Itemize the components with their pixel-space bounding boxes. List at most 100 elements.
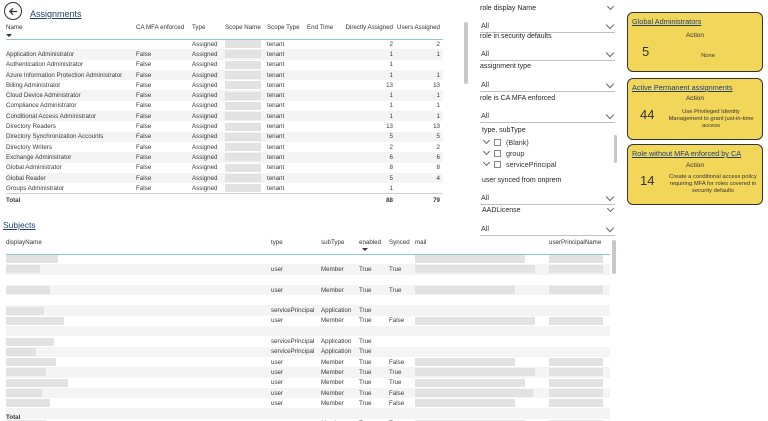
column-header[interactable]: End Time: [307, 17, 340, 40]
aad-license-dropdown[interactable]: All: [480, 221, 615, 236]
table-row[interactable]: Directory Readers False Assigned tenant 13 13: [6, 121, 443, 131]
table-cell: 13: [386, 123, 393, 131]
table-cell: [225, 60, 267, 70]
column-header[interactable]: Scope Name: [225, 17, 267, 40]
table-cell: [225, 121, 267, 131]
table-row[interactable]: Azure Information Protection Administrat…: [6, 69, 443, 81]
table-row[interactable]: Directory Synchronization Accounts False A…: [6, 131, 443, 142]
table-cell: [225, 80, 267, 90]
column-header[interactable]: CA MFA enforced: [136, 17, 192, 40]
redacted-value: [6, 368, 46, 377]
redacted-value: [415, 368, 535, 377]
chevron-down-icon[interactable]: [606, 204, 615, 213]
assignment-type-dropdown[interactable]: All: [480, 77, 615, 92]
table-cell: [415, 254, 549, 264]
table-row[interactable]: servicePrincipal Application True: [6, 336, 610, 346]
table-cell: True: [359, 346, 389, 357]
redacted-value: [225, 60, 261, 69]
checkbox[interactable]: [494, 139, 501, 146]
table-row[interactable]: user Member True False: [6, 387, 610, 399]
table-cell: Assigned: [192, 143, 218, 151]
card-active-permanent-assignments[interactable]: Active Permanent assignments Action 44 U…: [627, 78, 763, 140]
table-cell: [307, 49, 340, 60]
table-row[interactable]: Groups Administrator False Assigned tenant 1: [6, 183, 443, 193]
table-cell: [549, 378, 610, 388]
role-display-name-dropdown[interactable]: All: [480, 18, 615, 33]
table-cell: [389, 326, 415, 337]
table-row[interactable]: user Member True False: [6, 316, 610, 326]
column-header[interactable]: Synced: [389, 232, 415, 255]
user-synced-dropdown[interactable]: All: [480, 190, 615, 205]
table-row[interactable]: userMemberTrueTrue: [6, 284, 610, 296]
column-header[interactable]: Name: [6, 17, 136, 40]
checkbox[interactable]: [494, 150, 501, 157]
table-cell: 8: [436, 164, 440, 172]
table-row[interactable]: [6, 254, 610, 264]
card-description: Create a conditional access policy requi…: [669, 174, 757, 194]
table-row[interactable]: Exchange Administrator False Assigned tenan…: [6, 152, 443, 163]
table-row[interactable]: Assigned tenant 2 2: [6, 39, 443, 49]
card-global-administrators[interactable]: Global Administrators Action 5 None: [627, 12, 763, 72]
table-cell: [271, 254, 321, 264]
column-header[interactable]: Type: [192, 17, 225, 40]
checkbox[interactable]: [494, 161, 501, 168]
column-header[interactable]: Scope Type: [267, 17, 307, 40]
chevron-down-icon: [605, 48, 615, 58]
table-cell: [271, 408, 321, 419]
table-row[interactable]: Conditional Access Administrator False Ass…: [6, 111, 443, 122]
table-row[interactable]: userMemberTrueTrue: [6, 264, 610, 275]
column-header[interactable]: type: [271, 232, 321, 255]
type-subtype-scrollbar[interactable]: [614, 135, 617, 163]
table-cell: False: [136, 123, 152, 131]
chevron-down-icon[interactable]: [482, 147, 491, 156]
table-row[interactable]: user Member True False: [6, 398, 610, 408]
table-row[interactable]: user Member True False: [6, 357, 610, 367]
table-cell: False: [389, 317, 405, 325]
role-in-security-defaults-dropdown[interactable]: All: [480, 46, 615, 61]
chevron-down-icon[interactable]: [606, 2, 615, 11]
table-row[interactable]: Authentication Administrator False Assigne…: [6, 60, 443, 70]
table-cell: Member: [321, 399, 344, 407]
column-header[interactable]: Users Assigned: [396, 17, 443, 40]
table-cell: tenant: [267, 49, 307, 60]
table-cell: 1: [340, 111, 396, 122]
table-row[interactable]: [6, 295, 610, 305]
assignments-scrollbar[interactable]: [464, 22, 468, 84]
table-row[interactable]: Directory Writers False Assigned tenant 2 2: [6, 142, 443, 152]
table-cell: False: [136, 49, 192, 60]
table-row[interactable]: [6, 275, 610, 285]
table-cell: [549, 305, 610, 316]
table-row[interactable]: Billing Administrator False Assigned tenant…: [6, 80, 443, 90]
redacted-value: [549, 378, 603, 387]
table-row[interactable]: servicePrincipal Application True: [6, 305, 610, 316]
table-row[interactable]: userMemberTrueTrue: [6, 367, 610, 378]
table-row[interactable]: userMemberTrueTrue: [6, 378, 610, 388]
redacted-value: [225, 101, 261, 110]
table-row[interactable]: Global Administrator False Assigned tenant 8…: [6, 163, 443, 173]
table-row[interactable]: [6, 408, 610, 419]
table-row[interactable]: Cloud Device Administrator False Assigned t…: [6, 90, 443, 101]
chevron-down-icon[interactable]: [482, 158, 491, 167]
table-cell: Assigned: [192, 131, 225, 142]
role-is-ca-mfa-enforced-dropdown[interactable]: All: [480, 108, 615, 123]
chevron-down-icon[interactable]: [482, 136, 491, 145]
table-cell: [225, 111, 267, 122]
table-cell: [396, 183, 443, 193]
table-row[interactable]: Compliance Administrator False Assigned ten…: [6, 101, 443, 111]
redacted-value: [6, 265, 40, 274]
table-cell: Assigned: [192, 40, 218, 48]
column-header[interactable]: subType: [321, 232, 359, 255]
table-cell: [6, 346, 271, 357]
table-row[interactable]: Application Administrator False Assigned te…: [6, 49, 443, 60]
table-cell: [307, 101, 340, 111]
table-cell: [389, 346, 415, 357]
table-row[interactable]: Global Reader False Assigned tenant 5 4: [6, 172, 443, 184]
subjects-scrollbar[interactable]: [612, 240, 616, 274]
table-row[interactable]: [6, 326, 610, 337]
card-role-without-mfa[interactable]: Role without MFA enforced by CA Action 1…: [627, 144, 763, 205]
column-header[interactable]: Directly Assigned: [340, 17, 396, 40]
table-cell: Application Administrator: [6, 49, 136, 60]
redacted-value: [225, 81, 261, 90]
table-row[interactable]: servicePrincipal Application True: [6, 346, 610, 357]
column-header[interactable]: displayName: [6, 232, 271, 255]
